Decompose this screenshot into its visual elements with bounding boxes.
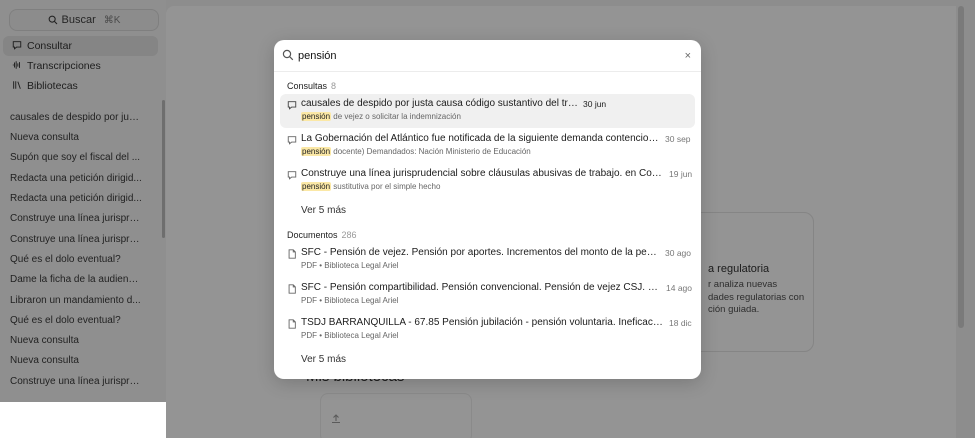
history-item[interactable]: Construye una línea jurispru... bbox=[10, 213, 142, 224]
document-icon bbox=[288, 284, 296, 294]
section-count: 8 bbox=[331, 81, 337, 91]
result-date: 14 ago bbox=[666, 283, 692, 293]
nav-item-transcripciones[interactable]: Transcripciones bbox=[3, 56, 158, 76]
chat-icon bbox=[287, 101, 297, 110]
result-title: SFC - Pensión de vejez. Pensión por apor… bbox=[301, 247, 659, 258]
nav-label: Transcripciones bbox=[27, 60, 101, 72]
document-result[interactable]: SFC - Pensión compartibilidad. Pensión c… bbox=[280, 278, 695, 312]
search-modal: × Consultas8 causales de despido por jus… bbox=[274, 40, 701, 379]
search-icon bbox=[282, 49, 294, 61]
search-input[interactable] bbox=[298, 48, 668, 64]
result-date: 19 jun bbox=[669, 169, 693, 179]
result-date: 30 sep bbox=[665, 134, 691, 144]
result-title: Construye una línea jurisprudencial sobr… bbox=[301, 168, 663, 179]
search-label: Buscar bbox=[61, 14, 96, 26]
history-item[interactable]: Libraron un mandamiento d... bbox=[10, 295, 142, 306]
bottom-left-panel bbox=[0, 402, 171, 438]
shortcut-hint: ⌘K bbox=[103, 14, 121, 26]
result-snippet: pensión de vejez o solicitar la indemniz… bbox=[301, 112, 461, 121]
consulta-result[interactable]: causales de despido por justa causa códi… bbox=[280, 94, 695, 128]
history-item[interactable]: Qué es el dolo eventual? bbox=[10, 254, 142, 265]
history-item[interactable]: Construye una línea jurispru... bbox=[10, 234, 142, 245]
history-item[interactable]: causales de despido por jus... bbox=[10, 112, 142, 123]
result-title: SFC - Pensión compartibilidad. Pensión c… bbox=[301, 282, 659, 293]
feature-card-text: r analiza nuevas bbox=[708, 279, 778, 290]
result-title: causales de despido por justa causa códi… bbox=[301, 98, 581, 109]
history-item[interactable]: Redacta una petición dirigid... bbox=[10, 193, 142, 204]
result-date: 30 ago bbox=[665, 248, 691, 258]
result-meta: PDF • Biblioteca Legal Ariel bbox=[301, 331, 399, 340]
history-item[interactable]: Construye una línea jurispru... bbox=[10, 376, 142, 387]
section-title: Consultas bbox=[287, 81, 328, 91]
section-title: Documentos bbox=[287, 230, 338, 240]
snippet-text: sustitutiva por el simple hecho bbox=[333, 182, 441, 191]
feature-card-text: dades regulatorias con bbox=[708, 292, 805, 303]
see-more-consultas-button[interactable]: Ver 5 más bbox=[301, 205, 346, 216]
chat-icon bbox=[287, 171, 297, 180]
search-icon bbox=[48, 15, 57, 25]
result-snippet: pensión docente) Demandados: Nación Mini… bbox=[301, 147, 531, 156]
history-item[interactable]: Nueva consulta bbox=[10, 355, 142, 366]
consulta-result[interactable]: La Gobernación del Atlántico fue notific… bbox=[280, 129, 695, 163]
document-icon bbox=[288, 249, 296, 259]
history-item[interactable]: Nueva consulta bbox=[10, 132, 142, 143]
result-title: TSDJ BARRANQUILLA - 67.85 Pensión jubila… bbox=[301, 317, 663, 328]
result-date: 30 jun bbox=[583, 99, 607, 109]
library-icon bbox=[11, 80, 23, 93]
result-title: La Gobernación del Atlántico fue notific… bbox=[301, 133, 659, 144]
sidebar: Buscar ⌘K Consultar Transcripciones Bibl… bbox=[0, 0, 166, 402]
history-item[interactable]: Supón que soy el fiscal del ... bbox=[10, 152, 142, 163]
see-more-documentos-button[interactable]: Ver 5 más bbox=[301, 354, 346, 365]
nav-label: Consultar bbox=[27, 40, 72, 52]
sidebar-scrollbar[interactable] bbox=[162, 100, 165, 238]
history-item[interactable]: Nueva consulta bbox=[10, 335, 142, 346]
history-item[interactable]: Qué es el dolo eventual? bbox=[10, 315, 142, 326]
section-count: 286 bbox=[341, 230, 357, 240]
chat-icon bbox=[287, 136, 297, 145]
result-meta: PDF • Biblioteca Legal Ariel bbox=[301, 296, 399, 305]
document-result[interactable]: TSDJ BARRANQUILLA - 67.85 Pensión jubila… bbox=[280, 313, 695, 347]
close-icon[interactable]: × bbox=[685, 50, 691, 62]
section-documentos-header: Documentos 286 bbox=[287, 230, 357, 240]
match-highlight: pensión bbox=[301, 112, 332, 121]
section-consultas-header: Consultas 8 bbox=[287, 81, 336, 91]
history-item[interactable]: Redacta una petición dirigid... bbox=[10, 173, 142, 184]
result-date: 18 dic bbox=[669, 318, 692, 328]
waveform-icon bbox=[11, 60, 23, 73]
history-item[interactable]: Dame la ficha de la audienci... bbox=[10, 274, 142, 285]
consulta-result[interactable]: Construye una línea jurisprudencial sobr… bbox=[280, 164, 695, 198]
feature-card-title: a regulatoria bbox=[708, 263, 770, 275]
nav-item-consultar[interactable]: Consultar bbox=[3, 36, 158, 56]
page-scrollbar[interactable] bbox=[958, 6, 964, 328]
library-card[interactable] bbox=[320, 393, 472, 438]
result-meta: PDF • Biblioteca Legal Ariel bbox=[301, 261, 399, 270]
sidebar-search-button[interactable]: Buscar ⌘K bbox=[9, 9, 159, 31]
chat-icon bbox=[11, 40, 23, 53]
match-highlight: pensión bbox=[301, 182, 332, 191]
upload-icon bbox=[330, 412, 342, 427]
nav-item-bibliotecas[interactable]: Bibliotecas bbox=[3, 76, 158, 96]
snippet-text: de vejez o solicitar la indemnización bbox=[333, 112, 461, 121]
result-snippet: pensión sustitutiva por el simple hecho bbox=[301, 182, 440, 191]
document-icon bbox=[288, 319, 296, 329]
nav-label: Bibliotecas bbox=[27, 80, 78, 92]
document-result[interactable]: SFC - Pensión de vejez. Pensión por apor… bbox=[280, 243, 695, 277]
match-highlight: pensión bbox=[301, 147, 332, 156]
feature-card-text: ción guiada. bbox=[708, 304, 760, 315]
modal-search-bar: × bbox=[274, 40, 701, 72]
snippet-text: docente) Demandados: Nación Ministerio d… bbox=[333, 147, 531, 156]
